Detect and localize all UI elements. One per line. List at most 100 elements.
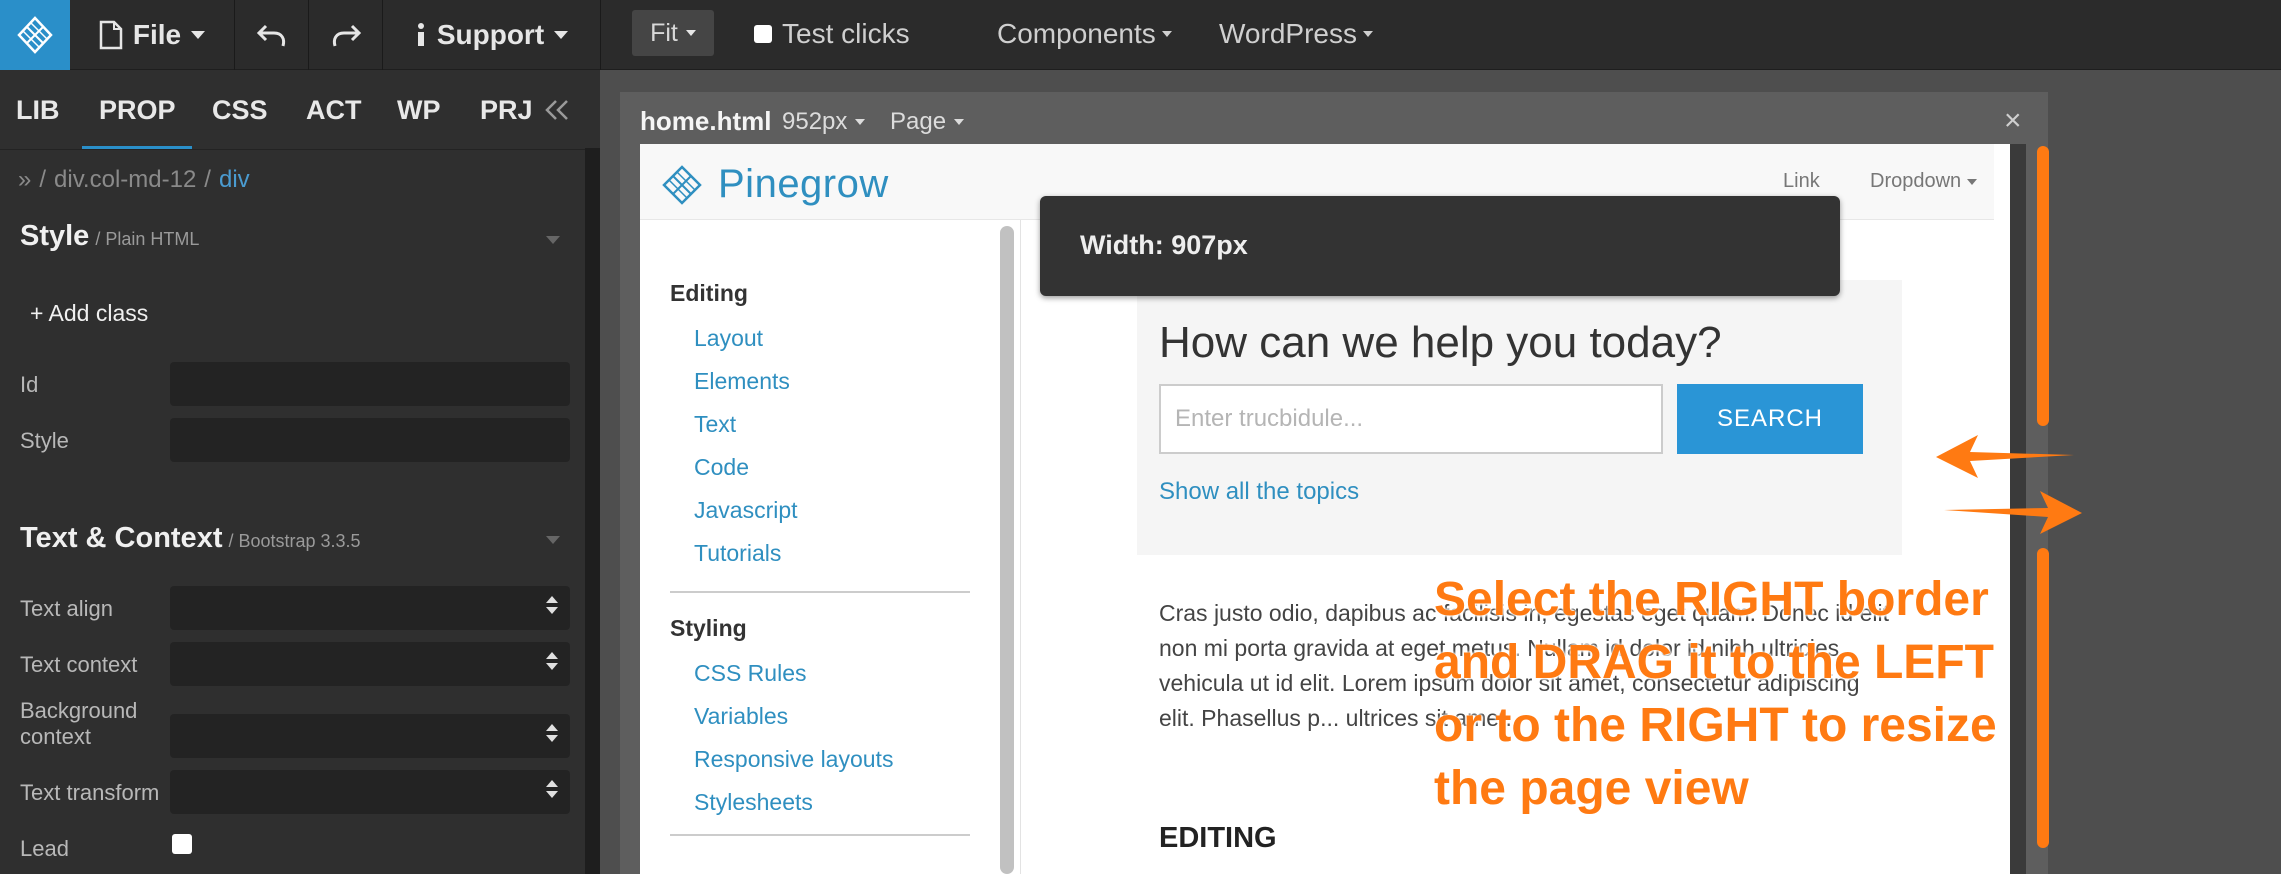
tab-prj[interactable]: PRJ [480, 70, 533, 150]
chevron-down-icon [554, 31, 569, 39]
page-frame-header: home.html 952px Page × [620, 92, 2048, 144]
annotation-line: the page view [1434, 762, 1749, 815]
components-menu[interactable]: Components [997, 14, 1172, 54]
select-arrows-icon [546, 780, 558, 798]
style-section-subtitle: / Plain HTML [95, 229, 200, 249]
tab-lib[interactable]: LIB [16, 70, 60, 150]
undo-button[interactable] [235, 0, 309, 70]
page-file-name: home.html [640, 106, 772, 136]
redo-icon [332, 24, 361, 47]
fit-zoom-dropdown[interactable]: Fit [632, 10, 714, 56]
chevron-down-icon [191, 31, 206, 39]
chevron-down-icon[interactable] [546, 536, 560, 544]
pinegrow-logo-button[interactable] [0, 0, 70, 70]
text-context-select[interactable] [170, 642, 570, 686]
text-transform-select[interactable] [170, 770, 570, 814]
lead-label: Lead [20, 836, 69, 861]
breadcrumb: » / div.col-md-12 / div [18, 166, 250, 194]
breadcrumb-current[interactable]: div [219, 166, 250, 194]
panel-scrollbar[interactable] [585, 148, 600, 874]
chevron-down-icon [685, 30, 696, 36]
lead-checkbox[interactable] [172, 834, 192, 854]
chevron-down-icon [1362, 31, 1373, 37]
breadcrumb-separator: / [39, 166, 47, 193]
top-toolbar: File Support Fit Test clicks Components … [0, 0, 2281, 70]
components-label: Components [997, 18, 1156, 49]
sidebar-link[interactable]: Text [694, 403, 970, 446]
id-field[interactable] [170, 362, 570, 406]
test-clicks-label: Test clicks [782, 18, 910, 49]
test-clicks-toggle[interactable]: Test clicks [754, 14, 910, 54]
file-menu-label: File [132, 19, 182, 50]
add-class-button[interactable]: + Add class [30, 300, 148, 327]
select-arrows-icon [546, 724, 558, 742]
panel-scrollbar-track [585, 70, 600, 148]
close-icon[interactable]: × [2004, 104, 2022, 138]
test-clicks-checkbox[interactable] [754, 25, 772, 43]
support-menu-label: Support [436, 19, 545, 50]
annotation-text: Select the RIGHT border and DRAG it to t… [1434, 568, 2094, 820]
chevron-down-icon [1161, 31, 1172, 37]
show-all-topics-link[interactable]: Show all the topics [1159, 478, 1359, 506]
info-icon [417, 23, 424, 46]
sidebar-link[interactable]: Responsive layouts [694, 738, 970, 781]
annotation-line: Select the RIGHT border [1434, 573, 1989, 626]
section-heading: EDITING [1159, 822, 1277, 854]
page-menu-dropdown[interactable]: Page [890, 108, 965, 136]
panel-tabs: LIB PROP CSS ACT WP PRJ [0, 70, 600, 150]
sidebar-heading-styling: Styling [670, 615, 747, 641]
text-context-label: Text context [20, 652, 138, 677]
help-search-button[interactable]: SEARCH [1677, 384, 1863, 454]
background-context-label: Background context [20, 698, 138, 749]
arrow-left-icon [1936, 435, 2074, 478]
collapse-panel-button[interactable] [544, 70, 570, 150]
site-brand[interactable]: Pinegrow [660, 162, 889, 207]
id-label: Id [20, 372, 39, 397]
wordpress-label: WordPress [1219, 18, 1357, 49]
sidebar-scrollbar[interactable] [1000, 226, 1014, 874]
tab-prop[interactable]: PROP [99, 70, 176, 150]
redo-button[interactable] [309, 0, 383, 70]
tab-wp[interactable]: WP [397, 70, 441, 150]
file-menu[interactable]: File [70, 0, 235, 70]
annotation-line: and DRAG it to the LEFT [1434, 636, 1994, 689]
sidebar-link[interactable]: Layout [694, 317, 970, 360]
arrow-right-icon [1944, 491, 2082, 534]
select-arrows-icon [546, 596, 558, 614]
text-align-label: Text align [20, 596, 113, 621]
text-context-section-title: Text & Context [20, 522, 223, 554]
nav-dropdown[interactable]: Dropdown [1870, 170, 1978, 193]
fit-label: Fit [650, 18, 678, 47]
help-search-box: How can we help you today? Enter trucbid… [1137, 280, 1902, 555]
pinegrow-logo-icon [662, 164, 702, 205]
style-field[interactable] [170, 418, 570, 462]
sidebar-link[interactable]: Variables [694, 695, 970, 738]
chevron-down-icon[interactable] [546, 236, 560, 244]
properties-panel: LIB PROP CSS ACT WP PRJ » / div.col-md-1… [0, 70, 600, 874]
text-align-select[interactable] [170, 586, 570, 630]
sidebar-link[interactable]: Stylesheets [694, 781, 970, 824]
nav-link[interactable]: Link [1783, 170, 1820, 193]
sidebar-link[interactable]: Elements [694, 360, 970, 403]
breadcrumb-separator: / [204, 166, 211, 193]
tab-act[interactable]: ACT [306, 70, 362, 150]
text-context-section-subtitle: / Bootstrap 3.3.5 [228, 531, 361, 551]
help-search-input[interactable]: Enter trucbidule... [1159, 384, 1663, 454]
background-context-select[interactable] [170, 714, 570, 758]
style-section-header[interactable]: Style / Plain HTML [20, 220, 199, 253]
sidebar-divider [670, 834, 970, 836]
breadcrumb-parent[interactable]: div.col-md-12 [54, 166, 196, 194]
width-tooltip: Width: 907px [1040, 196, 1840, 296]
tab-css[interactable]: CSS [212, 70, 268, 150]
breadcrumb-expand-icon[interactable]: » [18, 166, 31, 194]
text-context-section-header[interactable]: Text & Context / Bootstrap 3.3.5 [20, 522, 361, 555]
sidebar-link[interactable]: CSS Rules [694, 652, 970, 695]
page-width-dropdown[interactable]: 952px [782, 108, 866, 136]
sidebar-link[interactable]: Tutorials [694, 532, 970, 575]
chevron-down-icon [1967, 178, 1978, 185]
sidebar-link[interactable]: Code [694, 446, 970, 489]
sidebar-divider [670, 591, 970, 593]
sidebar-link[interactable]: Javascript [694, 489, 970, 532]
support-menu[interactable]: Support [383, 0, 601, 70]
wordpress-menu[interactable]: WordPress [1219, 14, 1373, 54]
